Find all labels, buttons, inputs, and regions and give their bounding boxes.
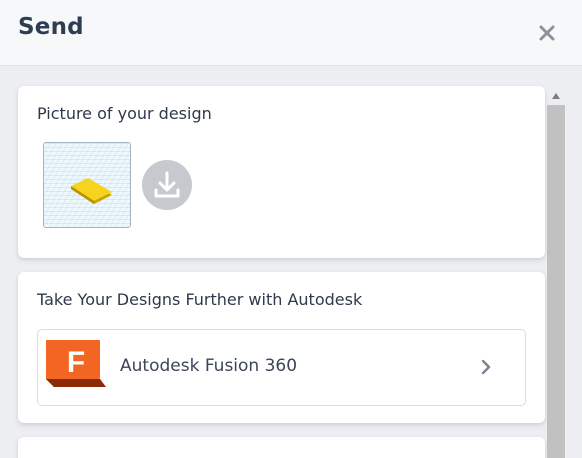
fusion-360-logo-icon: F — [46, 340, 106, 387]
autodesk-card: Take Your Designs Further with Autodesk … — [18, 272, 545, 423]
scroll-up-arrow-icon[interactable] — [551, 92, 561, 100]
download-icon — [154, 171, 180, 198]
scrollbar-thumb[interactable] — [547, 105, 565, 458]
fusion-360-label: Autodesk Fusion 360 — [120, 356, 298, 376]
next-card-partial — [18, 437, 545, 458]
design-thumbnail[interactable] — [43, 142, 131, 228]
chevron-right-icon — [481, 359, 491, 375]
close-icon — [539, 25, 555, 41]
dialog-header: Send — [0, 0, 582, 66]
dialog-title: Send — [18, 14, 84, 40]
autodesk-heading: Take Your Designs Further with Autodesk — [37, 290, 363, 309]
design-picture-heading: Picture of your design — [37, 104, 212, 123]
close-button[interactable] — [535, 21, 559, 45]
download-button[interactable] — [142, 160, 192, 210]
fusion-logo-letter: F — [67, 346, 85, 379]
design-picture-card: Picture of your design — [18, 86, 545, 258]
fusion-360-option[interactable]: F Autodesk Fusion 360 — [37, 329, 526, 406]
vertical-scrollbar[interactable] — [547, 86, 565, 458]
